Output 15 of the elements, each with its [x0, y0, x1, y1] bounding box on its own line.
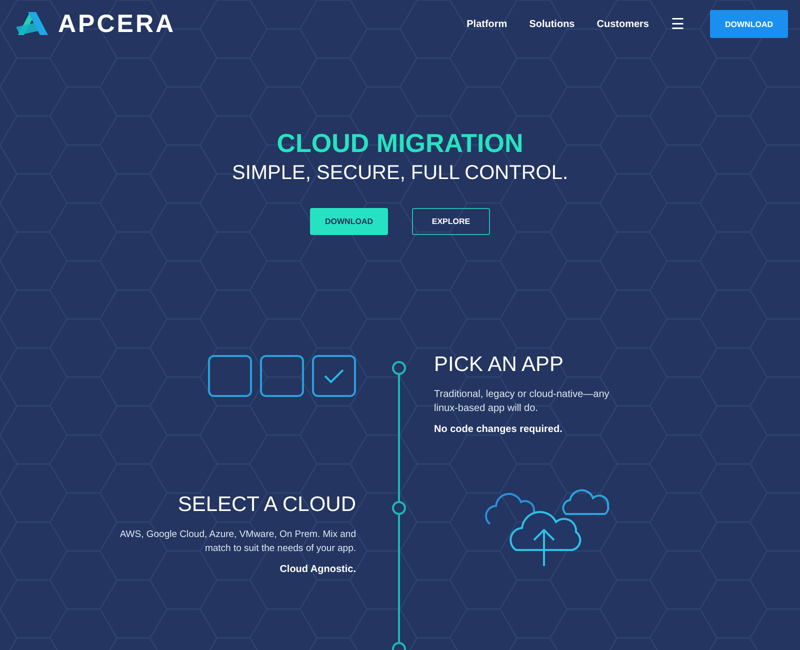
nav-link[interactable]: Customers — [596, 18, 649, 30]
step-note: No code changes required. — [434, 424, 564, 435]
download-button[interactable]: DOWNLOAD — [310, 208, 388, 235]
nav-link[interactable]: Platform — [466, 18, 508, 30]
nav-link[interactable]: Solutions — [529, 18, 575, 30]
step-description: Traditional, legacy or cloud-native—any linux-based app will do. — [434, 388, 610, 416]
step-note: Cloud Agnostic. — [278, 564, 356, 575]
explore-button[interactable]: EXPLORE — [412, 208, 490, 235]
logo-text: APCERA — [58, 10, 176, 38]
step-title: SELECT A CLOUD — [176, 492, 356, 518]
step-description: AWS, Google Cloud, Azure, VMware, On Prem. Mix and match to suit the needs of your app. — [118, 528, 356, 556]
hero-title: CLOUD MIGRATION — [276, 128, 524, 158]
hero-subtitle: SIMPLE, SECURE, FULL CONTROL. — [231, 161, 569, 186]
check-icon — [323, 368, 345, 384]
step-title: PICK AN APP — [434, 352, 565, 378]
